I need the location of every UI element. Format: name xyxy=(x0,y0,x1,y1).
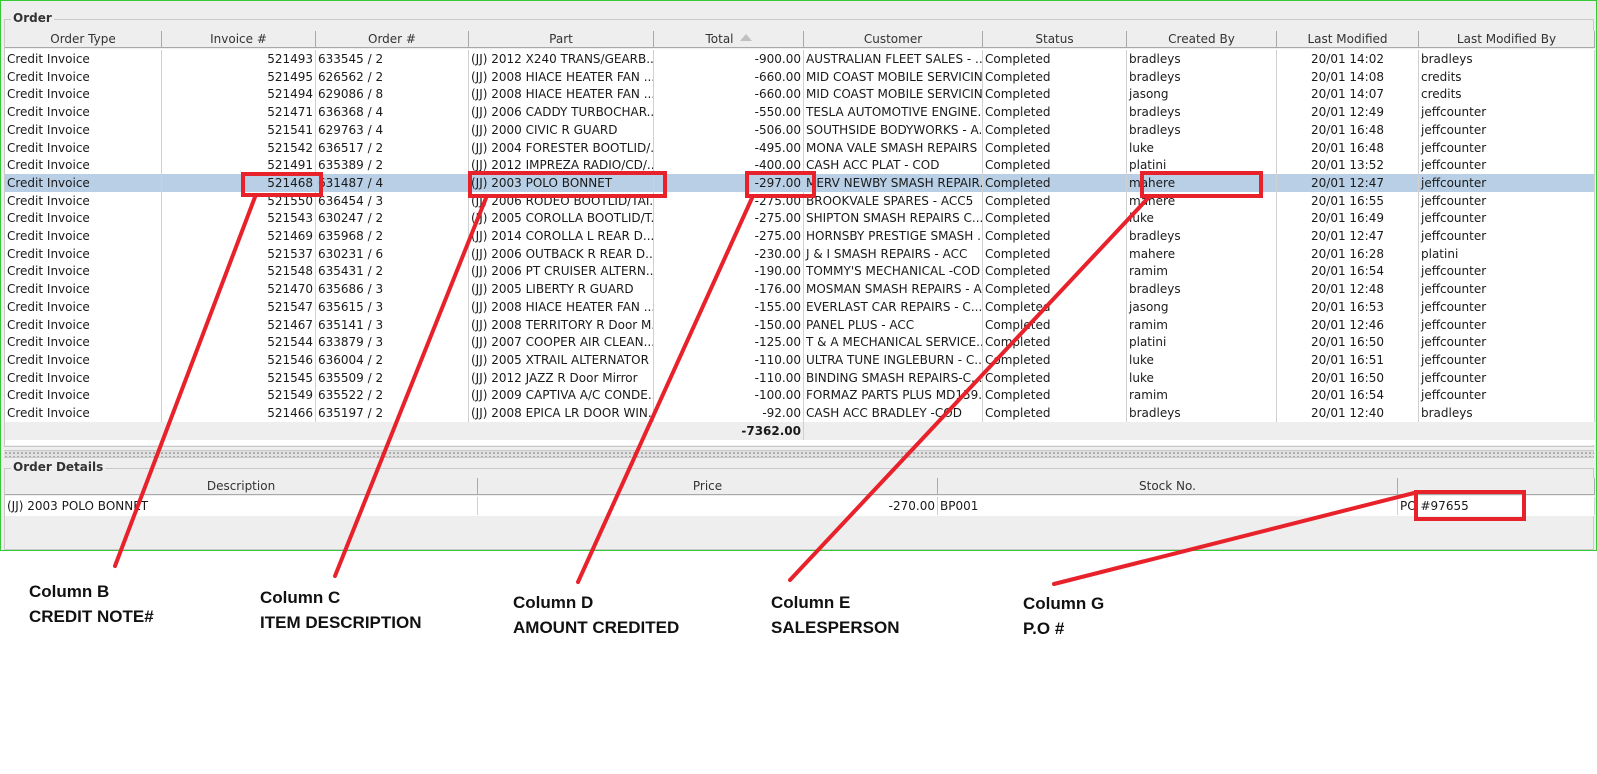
caption-column-e-subtitle: SALESPERSON xyxy=(771,618,900,637)
caption-column-c-subtitle: ITEM DESCRIPTION xyxy=(260,613,422,632)
arrow-line-column-g xyxy=(1052,491,1416,586)
caption-column-g-title: Column G xyxy=(1023,594,1105,613)
caption-column-d-title: Column D xyxy=(513,593,594,612)
caption-column-b-title: Column B xyxy=(29,582,110,601)
caption-column-g-subtitle: P.O # xyxy=(1023,619,1065,638)
caption-column-d: Column D AMOUNT CREDITED xyxy=(513,590,679,640)
caption-column-c: Column C ITEM DESCRIPTION xyxy=(260,585,422,635)
caption-column-b-subtitle: CREDIT NOTE# xyxy=(29,607,154,626)
caption-column-e-title: Column E xyxy=(771,593,851,612)
caption-column-b: Column B CREDIT NOTE# xyxy=(29,579,154,629)
caption-column-g: Column G P.O # xyxy=(1023,591,1104,641)
caption-column-c-title: Column C xyxy=(260,588,341,607)
caption-column-d-subtitle: AMOUNT CREDITED xyxy=(513,618,680,637)
arrow-line-column-b xyxy=(113,195,257,568)
arrow-line-column-c xyxy=(333,196,488,578)
arrow-line-column-d xyxy=(576,196,754,584)
annotation-arrows xyxy=(113,194,1416,586)
arrow-line-column-e xyxy=(788,194,1152,582)
caption-column-e: Column E SALESPERSON xyxy=(771,590,899,640)
